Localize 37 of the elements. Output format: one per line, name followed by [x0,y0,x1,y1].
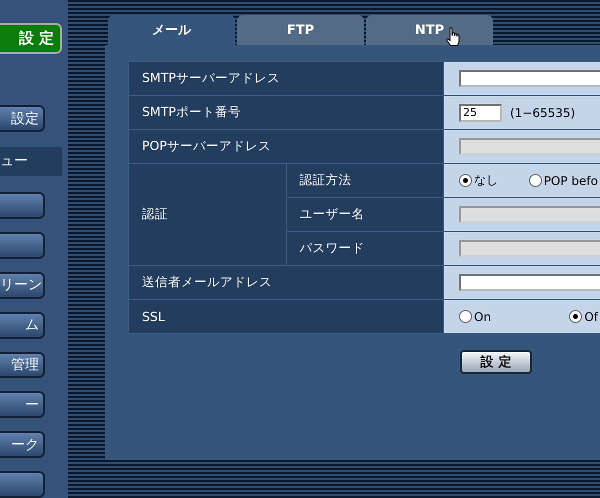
menu-button[interactable] [0,471,45,498]
text-field[interactable] [459,70,600,87]
radio-label: On [474,310,492,324]
row-label: ユーザー名 [286,198,444,232]
tab[interactable]: NTP [366,15,493,45]
menu-button[interactable] [0,232,45,259]
menu-item[interactable]: ュー [0,147,62,176]
row-label: POPサーバーアドレス [128,130,444,164]
radio-button[interactable] [528,174,542,187]
radio-button[interactable] [569,310,582,323]
row-label: 認証 [128,164,286,266]
radio-button[interactable] [459,310,472,323]
menu-button[interactable] [0,192,45,220]
menu-button[interactable]: ーク [0,431,45,458]
port-field[interactable]: 25 [459,104,502,122]
range-hint: (1−65535) [510,106,576,120]
row-label: 送信者メールアドレス [128,266,444,300]
tab[interactable]: FTP [237,15,364,45]
menu-button[interactable]: リーン [0,272,45,299]
pointer-cursor-icon [446,27,460,47]
radio-label: POP befo [544,174,598,188]
menu-button[interactable]: 管理 [0,352,45,378]
row-label: SMTPポート番号 [128,96,444,130]
row-label: パスワード [286,232,444,266]
menu-button[interactable]: 設定 [0,105,45,132]
settings-button[interactable]: 設 定 [0,23,62,54]
tab[interactable]: メール [108,15,235,45]
radio-button[interactable] [459,174,472,187]
radio-label: なし [474,172,498,189]
menu-button[interactable]: ム [0,312,45,339]
menu-button[interactable]: ー [0,391,45,418]
text-field[interactable] [459,274,600,291]
row-label: SSL [128,300,444,334]
row-label: 認証方法 [286,164,444,198]
submit-button[interactable]: 設 定 [460,350,532,374]
radio-label: Of [584,310,598,324]
row-label: SMTPサーバーアドレス [128,62,444,96]
